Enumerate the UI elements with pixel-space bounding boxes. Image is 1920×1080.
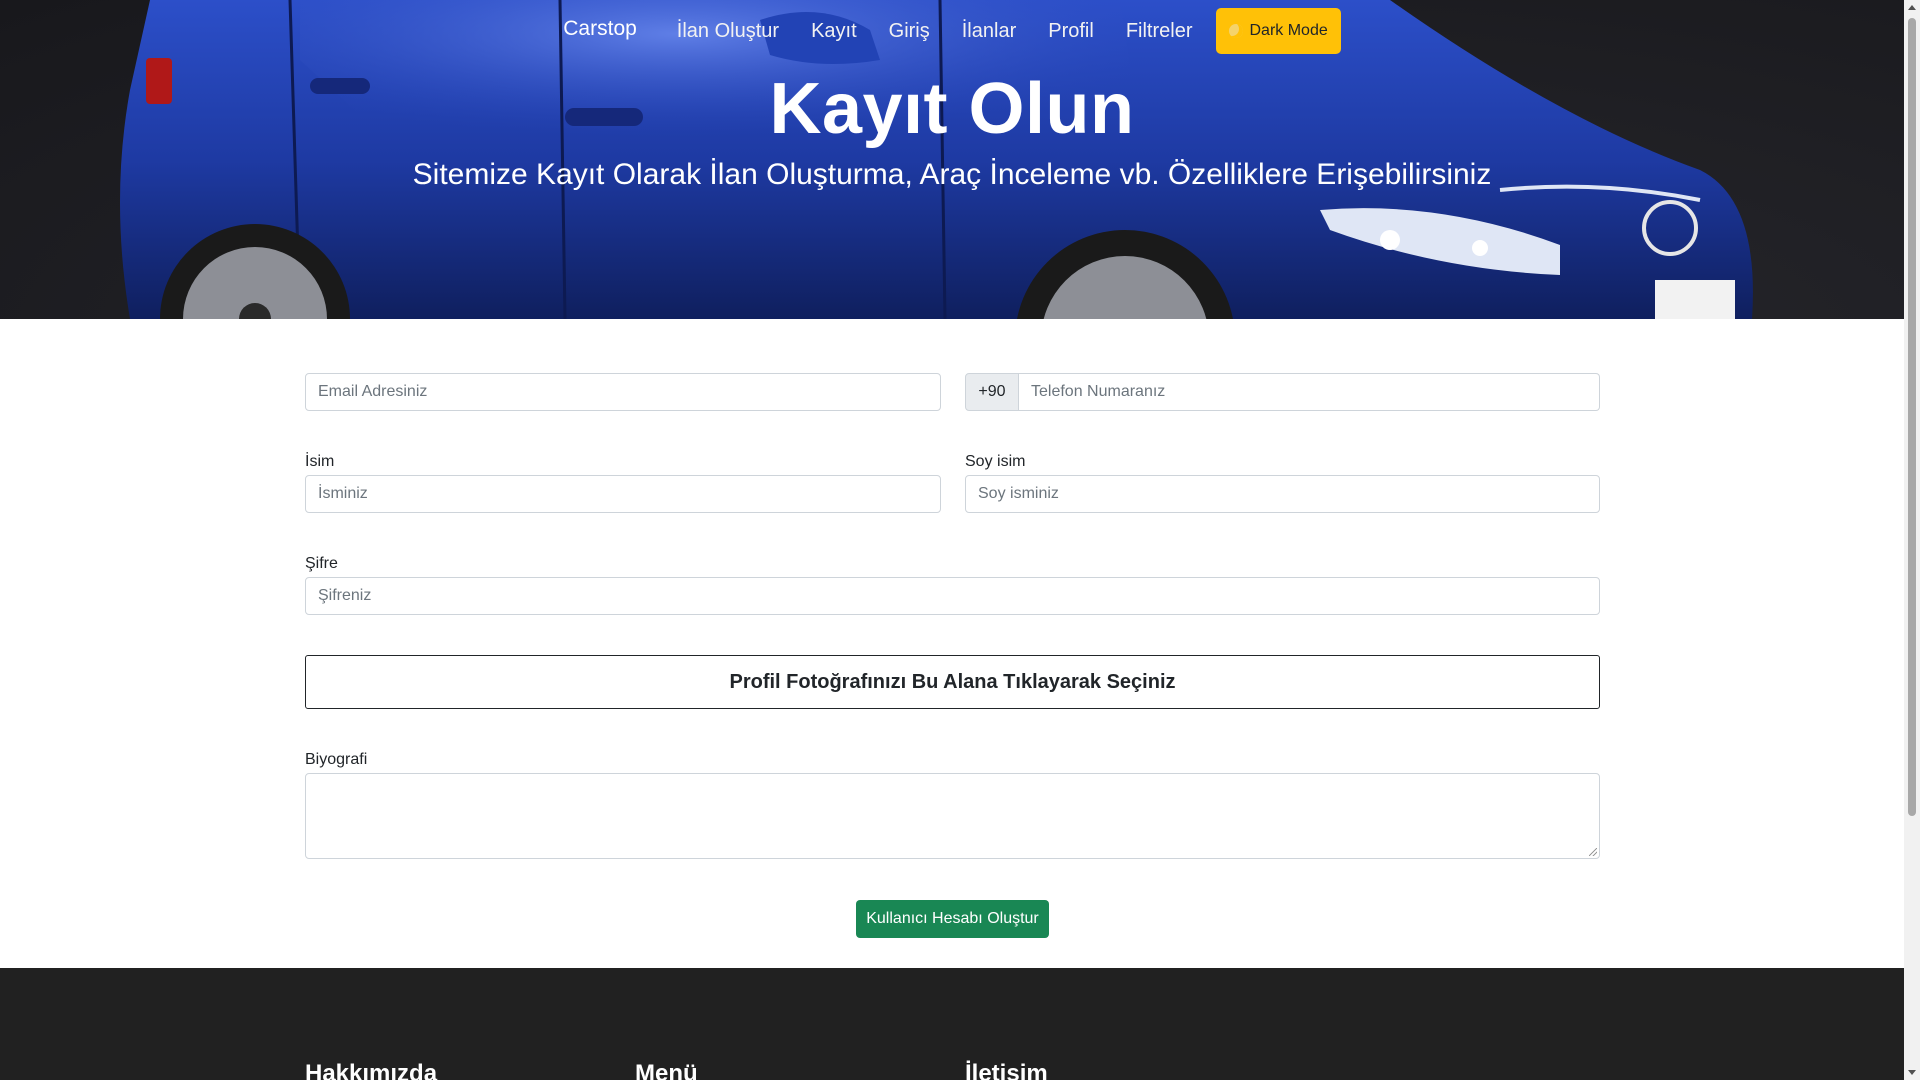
first-name-label: İsim <box>305 453 335 470</box>
nav-link-profil[interactable]: Profil <box>1048 20 1094 43</box>
top-navbar: Carstop İlan Oluştur Kayıt Giriş İlanlar… <box>0 8 1904 54</box>
dark-mode-button[interactable]: Dark Mode <box>1216 8 1341 54</box>
footer-menu-heading: Menü <box>635 1060 698 1080</box>
footer-contact-heading: İletişim <box>965 1060 1048 1080</box>
password-input[interactable]: Şifreniz <box>305 577 1600 615</box>
profile-photo-picker[interactable]: Profil Fotoğrafınızı Bu Alana Tıklayarak… <box>305 655 1600 709</box>
resize-handle-icon[interactable] <box>1589 848 1597 856</box>
moon-icon <box>1229 24 1244 38</box>
password-label: Şifre <box>305 555 338 572</box>
scroll-thumb[interactable] <box>1908 18 1916 816</box>
brand-link[interactable]: Carstop <box>563 17 637 41</box>
phone-prefix: +90 <box>965 373 1019 411</box>
create-account-button[interactable]: Kullanıcı Hesabı Oluştur <box>856 900 1049 938</box>
nav-link-giris[interactable]: Giriş <box>889 20 930 43</box>
bio-textarea[interactable] <box>305 773 1600 859</box>
password-row: Şifre Şifreniz <box>305 553 1600 615</box>
dark-mode-label: Dark Mode <box>1249 22 1328 39</box>
first-name-input[interactable]: İsminiz <box>305 475 941 513</box>
phone-input-group: +90 Telefon Numaranız <box>965 373 1600 411</box>
phone-input[interactable]: Telefon Numaranız <box>1019 373 1600 411</box>
page-title: Kayıt Olun <box>769 69 1135 149</box>
footer-about-heading: Hakkımızda <box>305 1060 438 1080</box>
scroll-up-icon[interactable] <box>1908 5 1916 10</box>
footer: Hakkımızda Menü İletişim <box>0 968 1904 1080</box>
last-name-label: Soy isim <box>965 453 1026 470</box>
hero-banner: Carstop İlan Oluştur Kayıt Giriş İlanlar… <box>0 0 1904 319</box>
email-input[interactable]: Email Adresiniz <box>305 373 941 411</box>
bio-label: Biyografi <box>305 751 368 768</box>
last-name-input[interactable]: Soy isminiz <box>965 475 1600 513</box>
bio-row: Biyografi <box>305 749 1600 859</box>
nav-link-ilanlar[interactable]: İlanlar <box>962 20 1016 43</box>
nav-link-filtreler[interactable]: Filtreler <box>1126 20 1193 43</box>
nav-link-kayit[interactable]: Kayıt <box>811 20 857 43</box>
page-scrollbar[interactable] <box>1904 0 1920 1080</box>
nav-link-ilan-olustur[interactable]: İlan Oluştur <box>677 20 779 43</box>
scroll-down-icon[interactable] <box>1908 1070 1916 1075</box>
page-subtitle: Sitemize Kayıt Olarak İlan Oluşturma, Ar… <box>412 158 1492 191</box>
